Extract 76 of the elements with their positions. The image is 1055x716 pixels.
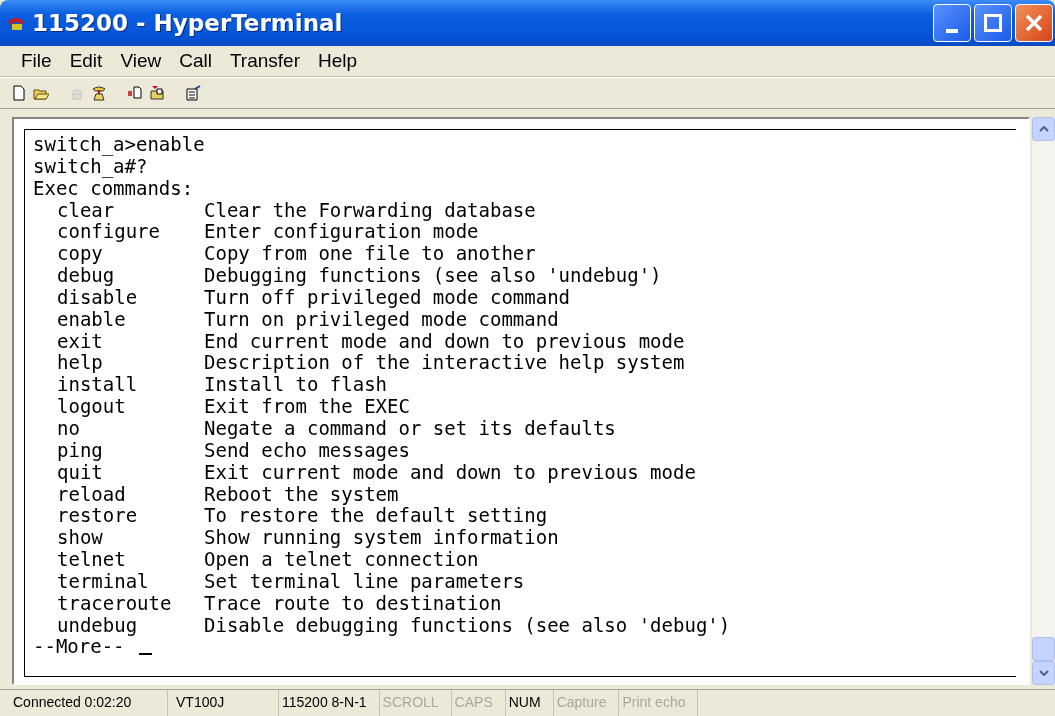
status-field: CAPS	[451, 690, 506, 716]
command-description: Exit current mode and down to previous mode	[204, 461, 696, 484]
status-field: Connected 0:02:20	[10, 690, 168, 716]
command-description: Exit from the EXEC	[204, 396, 410, 418]
command-name: copy	[57, 243, 104, 266]
command-name: show	[57, 527, 104, 550]
command-description: Negate a command or set its defaults	[204, 417, 616, 440]
command-name: help	[57, 352, 104, 375]
chevron-up-icon	[1038, 126, 1049, 132]
command-name: reload	[57, 483, 127, 506]
command-description: Open a telnet connection	[204, 549, 479, 571]
status-field: 115200 8-N-1	[279, 690, 380, 716]
terminal-line: Exec commands:	[33, 177, 194, 200]
scroll-thumb[interactable]	[1032, 637, 1055, 661]
scroll-down-button[interactable]	[1032, 661, 1055, 685]
chevron-down-icon	[1038, 670, 1049, 676]
document-icon	[127, 85, 143, 101]
command-description: Trace route to destination	[204, 592, 502, 615]
menu-item[interactable]: File	[12, 48, 61, 74]
command-description: Clear the Forwarding database	[204, 199, 536, 222]
command-name: install	[57, 374, 139, 397]
menu-item[interactable]: View	[111, 48, 171, 74]
command-description: Set terminal line parameters	[204, 570, 525, 593]
command-description: To restore the default setting	[204, 505, 548, 528]
close-button[interactable]	[1015, 4, 1053, 42]
maximize-icon	[984, 14, 1002, 32]
status-field: Capture	[553, 690, 620, 716]
command-name: logout	[57, 396, 127, 418]
command-name: exit	[57, 330, 104, 353]
menu-item[interactable]: Edit	[60, 48, 112, 74]
command-description: Turn off privileged mode command	[204, 286, 571, 309]
menu-item[interactable]: Help	[309, 48, 367, 74]
command-name: telnet	[57, 549, 127, 571]
command-description: End current mode and down to previous mode	[204, 330, 685, 353]
command-description: Description of the interactive help system	[204, 352, 685, 375]
command-name: enable	[57, 308, 127, 331]
command-name: no	[57, 417, 80, 440]
status-field: NUM	[505, 690, 554, 716]
command-description: Reboot the system	[204, 483, 399, 506]
terminal-line: switch_a>enable	[33, 134, 205, 156]
command-description: Send echo messages	[204, 439, 410, 462]
folder-icon	[149, 85, 165, 101]
command-description: Turn on privileged mode command	[204, 308, 559, 331]
scrollbar[interactable]	[1032, 117, 1055, 685]
command-name: configure	[57, 221, 161, 244]
command-name: terminal	[57, 570, 150, 593]
window-title: 115200 - HyperTerminal	[32, 10, 344, 36]
properties-icon	[185, 85, 201, 101]
command-description: Copy from one file to another	[204, 243, 536, 266]
minimize-icon	[946, 29, 958, 33]
status-field: Print echo	[619, 690, 699, 716]
command-description: Show running system information	[204, 527, 559, 550]
menu-item[interactable]: Transfer	[220, 48, 309, 74]
command-description: Debugging functions (see also 'undebug')	[204, 265, 662, 287]
status-field: VT100J	[168, 690, 279, 716]
command-name: clear	[57, 199, 116, 222]
command-name: traceroute	[57, 592, 173, 615]
more-prompt: --More--	[33, 636, 125, 659]
terminal-line: switch_a#?	[33, 155, 148, 178]
scroll-up-button[interactable]	[1032, 117, 1055, 141]
close-icon	[1024, 13, 1044, 33]
text-cursor	[138, 653, 152, 656]
command-name: debug	[57, 265, 116, 287]
command-name: ping	[57, 439, 104, 462]
command-name: undebug	[57, 614, 139, 637]
command-description: Enter configuration mode	[204, 221, 479, 244]
maximize-button[interactable]	[974, 4, 1012, 42]
status-field: SCROLL	[379, 690, 452, 716]
document-icon	[11, 85, 27, 101]
command-description: Install to flash	[204, 374, 388, 397]
command-name: disable	[57, 286, 139, 309]
menu-item[interactable]: Call	[170, 48, 221, 74]
command-name: quit	[57, 461, 104, 484]
minimize-button[interactable]	[933, 4, 971, 42]
command-name: restore	[57, 505, 139, 528]
command-description: Disable debugging functions (see also 'debug')	[204, 614, 731, 637]
